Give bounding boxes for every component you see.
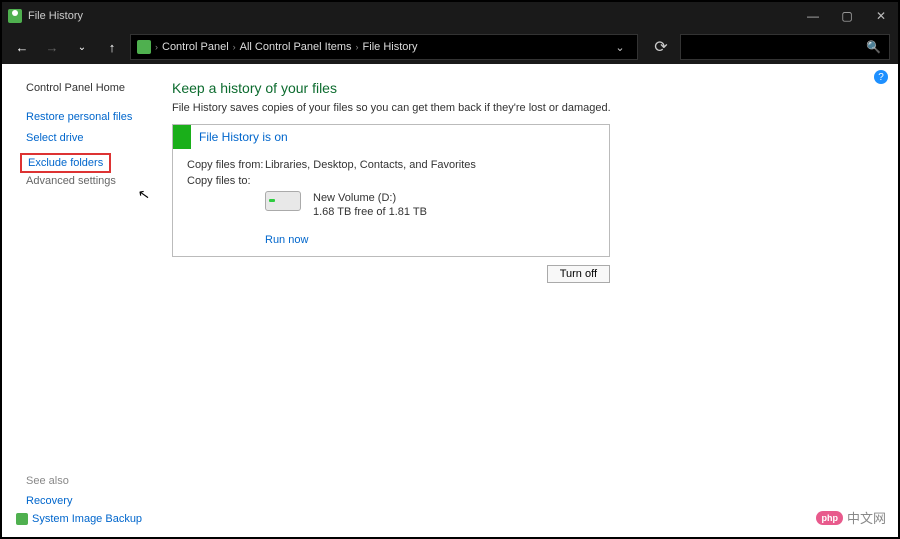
sidebar: Control Panel Home Restore personal file…	[4, 64, 164, 535]
turn-off-button[interactable]: Turn off	[547, 265, 610, 283]
turn-off-wrap: Turn off	[172, 265, 610, 283]
watermark: php 中文网	[816, 508, 886, 527]
copy-from-value: Libraries, Desktop, Contacts, and Favori…	[265, 159, 476, 171]
close-button[interactable]: ✕	[864, 2, 898, 30]
address-bar[interactable]: › Control Panel › All Control Panel Item…	[130, 34, 638, 60]
page-heading: Keep a history of your files	[172, 80, 876, 96]
status-header: File History is on	[173, 125, 609, 149]
navbar: ← → ⌄ ↑ › Control Panel › All Control Pa…	[2, 30, 898, 64]
copy-from-row: Copy files from: Libraries, Desktop, Con…	[187, 159, 595, 171]
app-icon	[8, 9, 22, 23]
shield-icon	[16, 513, 28, 525]
restore-personal-files-link[interactable]: Restore personal files	[26, 111, 164, 123]
select-drive-link[interactable]: Select drive	[26, 132, 164, 144]
window-title: File History	[28, 10, 83, 22]
drive-icon	[265, 191, 301, 211]
content-area: Control Panel Home Restore personal file…	[4, 64, 896, 535]
search-icon: 🔍	[866, 40, 881, 54]
main-panel: ? Keep a history of your files File Hist…	[164, 64, 896, 535]
chevron-right-icon: ›	[356, 42, 359, 52]
copy-to-row: Copy files to:	[187, 175, 595, 187]
see-also-label: See also	[16, 475, 142, 487]
status-text: File History is on	[191, 130, 288, 144]
control-panel-home-link[interactable]: Control Panel Home	[26, 82, 164, 94]
breadcrumb-file-history[interactable]: File History	[363, 41, 418, 53]
breadcrumb-all-items[interactable]: All Control Panel Items	[240, 41, 352, 53]
control-panel-icon	[137, 40, 151, 54]
system-image-backup-row[interactable]: System Image Backup	[16, 513, 142, 525]
status-body: Copy files from: Libraries, Desktop, Con…	[173, 149, 609, 256]
copy-from-label: Copy files from:	[187, 159, 265, 171]
page-subtext: File History saves copies of your files …	[172, 102, 876, 114]
minimize-button[interactable]: —	[796, 2, 830, 30]
exclude-folders-highlight: Exclude folders	[20, 153, 111, 173]
window: File History — ▢ ✕ ← → ⌄ ↑ › Control Pan…	[0, 0, 900, 539]
watermark-text: 中文网	[847, 508, 886, 527]
chevron-right-icon: ›	[155, 42, 158, 52]
status-color-swatch	[173, 125, 191, 149]
search-box[interactable]: 🔍	[680, 34, 890, 60]
drive-name: New Volume (D:)	[313, 191, 427, 205]
back-button[interactable]: ←	[10, 35, 34, 59]
system-image-backup-link[interactable]: System Image Backup	[32, 513, 142, 525]
refresh-button[interactable]: ⟳	[648, 34, 674, 60]
chevron-right-icon: ›	[233, 42, 236, 52]
recovery-link[interactable]: Recovery	[16, 495, 142, 507]
titlebar: File History — ▢ ✕	[2, 2, 898, 30]
advanced-settings-link[interactable]: Advanced settings	[26, 175, 164, 187]
drive-text: New Volume (D:) 1.68 TB free of 1.81 TB	[313, 191, 427, 220]
up-button[interactable]: ↑	[100, 35, 124, 59]
status-box: File History is on Copy files from: Libr…	[172, 124, 610, 257]
run-now-link[interactable]: Run now	[265, 234, 308, 246]
drive-row: New Volume (D:) 1.68 TB free of 1.81 TB	[187, 191, 595, 220]
breadcrumb-control-panel[interactable]: Control Panel	[162, 41, 229, 53]
sidebar-bottom: See also Recovery System Image Backup	[16, 475, 142, 525]
help-icon[interactable]: ?	[874, 70, 888, 84]
maximize-button[interactable]: ▢	[830, 2, 864, 30]
forward-button[interactable]: →	[40, 35, 64, 59]
drive-space: 1.68 TB free of 1.81 TB	[313, 205, 427, 219]
window-controls: — ▢ ✕	[796, 2, 898, 30]
recent-locations-button[interactable]: ⌄	[70, 35, 94, 59]
copy-to-label: Copy files to:	[187, 175, 265, 187]
exclude-folders-link[interactable]: Exclude folders	[22, 157, 103, 169]
address-dropdown-button[interactable]: ⌄	[609, 36, 631, 58]
watermark-pill: php	[816, 511, 843, 525]
